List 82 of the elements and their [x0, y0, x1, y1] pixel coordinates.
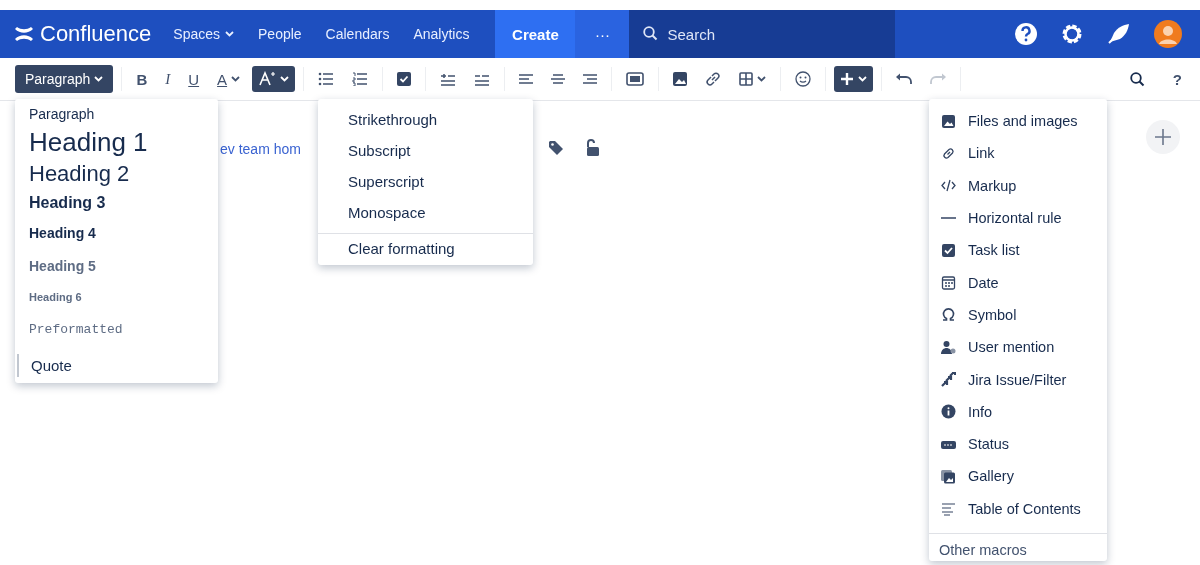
gallery-icon — [941, 468, 956, 484]
text-style-button[interactable] — [252, 66, 296, 92]
menu-item[interactable]: Superscript — [318, 167, 533, 198]
menu-item[interactable]: Preformatted — [15, 323, 218, 354]
omega-icon — [941, 307, 956, 323]
link-icon — [941, 145, 956, 161]
person-icon — [941, 339, 956, 355]
help-button[interactable]: ? — [1166, 66, 1188, 92]
menu-item[interactable]: Heading 3 — [15, 195, 218, 226]
menu-item[interactable]: Heading 5 — [15, 259, 218, 292]
help-icon[interactable] — [1014, 22, 1038, 46]
format-button[interactable]: I — [159, 66, 177, 92]
menu-item[interactable]: Status — [929, 427, 1107, 461]
nav-link[interactable]: Calendars — [325, 26, 390, 42]
menu-item[interactable]: Info — [929, 395, 1107, 428]
menu-item[interactable]: Markup — [929, 169, 1107, 202]
plus-button[interactable] — [834, 66, 874, 92]
format-button[interactable]: B — [130, 66, 154, 92]
redo-icon — [930, 73, 947, 85]
code-icon — [941, 178, 956, 194]
plus-icon — [1154, 128, 1172, 146]
create-button[interactable]: Create — [495, 10, 576, 58]
menu-item[interactable]: Task list — [929, 234, 1107, 267]
text-style-dropdown[interactable]: Paragraph — [15, 65, 114, 93]
search-field[interactable]: Search — [629, 10, 896, 58]
tag-icon[interactable] — [548, 140, 564, 156]
menu-item[interactable]: Symbol — [929, 298, 1107, 332]
nav-link[interactable]: People — [258, 26, 302, 42]
format-button[interactable]: A — [211, 66, 247, 92]
settings-icon[interactable] — [1060, 22, 1084, 46]
indent-icon — [440, 72, 457, 86]
menu-item[interactable]: Date — [929, 266, 1107, 299]
logo-icon — [14, 26, 34, 42]
info-icon — [941, 404, 956, 420]
menu-item[interactable]: Paragraph — [15, 103, 218, 129]
emoji-icon — [795, 71, 812, 87]
add-button[interactable] — [1146, 120, 1180, 154]
calendar-icon — [941, 275, 956, 291]
menu-item[interactable]: Link — [929, 137, 1107, 170]
more-button[interactable]: ··· — [575, 10, 630, 58]
text-style-icon — [258, 71, 277, 87]
image-icon — [941, 113, 956, 129]
menu-item[interactable]: Files and images — [929, 105, 1107, 138]
task-icon — [397, 72, 412, 86]
undo-icon — [896, 73, 913, 85]
align-right-icon — [583, 73, 598, 85]
search-icon — [643, 26, 659, 41]
table-icon — [739, 72, 754, 86]
menu-item[interactable]: Heading 6 — [15, 292, 218, 323]
menu-item[interactable]: Gallery — [929, 460, 1107, 493]
image-icon — [673, 72, 688, 86]
task-icon — [941, 242, 956, 258]
menu-item[interactable]: Subscript — [318, 136, 533, 167]
menu-item[interactable]: Horizontal rule — [929, 201, 1107, 235]
format-button[interactable]: U — [182, 66, 206, 92]
breadcrumb-link[interactable]: ev team hom — [220, 141, 301, 157]
menu-item[interactable]: Heading 4 — [15, 226, 218, 259]
unlocked-padlock-icon[interactable] — [585, 139, 599, 157]
nav-link[interactable]: Spaces — [173, 26, 234, 42]
app-logo-text[interactable]: Confluence — [40, 21, 152, 47]
horizontal-line-icon — [941, 217, 956, 220]
menu-item[interactable]: Table of Contents — [929, 492, 1107, 525]
outdent-icon — [474, 72, 491, 86]
avatar-icon[interactable] — [1154, 20, 1182, 48]
bullet-list-icon — [318, 72, 335, 86]
menu-item[interactable]: Monospace — [318, 198, 533, 229]
link-icon — [705, 71, 722, 87]
menu-item[interactable]: Clear formatting — [318, 234, 533, 265]
numbered-list-icon — [352, 72, 369, 86]
menu-item[interactable]: Heading 2 — [15, 163, 218, 195]
plus-icon — [840, 72, 855, 86]
align-left-icon — [519, 73, 534, 85]
lines-icon — [941, 501, 956, 517]
align-center-icon — [551, 73, 566, 85]
menu-item[interactable]: Other macros — [929, 533, 1107, 561]
nav-link[interactable]: Analytics — [413, 26, 470, 42]
menu-item[interactable]: Strikethrough — [318, 105, 533, 136]
menu-item[interactable]: Jira Issue/Filter — [929, 363, 1107, 396]
panel-icon — [626, 72, 645, 86]
search-icon — [1129, 71, 1145, 87]
menu-item[interactable]: User mention — [929, 331, 1107, 364]
menu-item[interactable]: Heading 1 — [15, 129, 218, 163]
